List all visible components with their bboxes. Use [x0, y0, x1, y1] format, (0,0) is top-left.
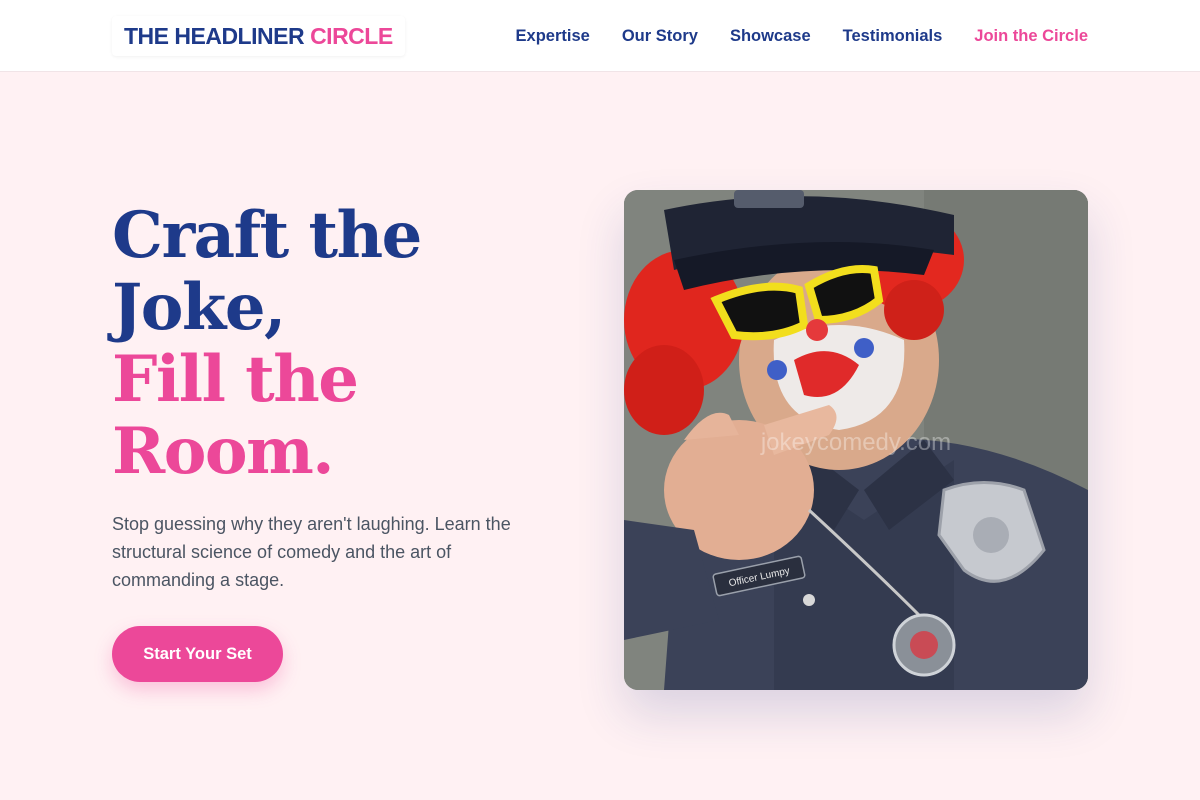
nav-link-expertise[interactable]: Expertise — [516, 27, 590, 46]
hero-image: Officer Lumpy jokeycomedy.com — [624, 190, 1088, 690]
headline-line-2: Joke, — [112, 270, 286, 345]
top-navigation-bar: THE HEADLINER CIRCLE Expertise Our Story… — [0, 0, 1200, 72]
headline-line-4: Room. — [112, 414, 335, 489]
hero-subtext: Stop guessing why they aren't laughing. … — [112, 514, 511, 590]
brand-logo[interactable]: THE HEADLINER CIRCLE — [112, 16, 405, 56]
headline-line-3: Fill the — [112, 342, 359, 417]
nav-link-testimonials[interactable]: Testimonials — [843, 27, 943, 46]
nav-link-showcase[interactable]: Showcase — [730, 27, 811, 46]
clown-officer-illustration: Officer Lumpy jokeycomedy.com — [624, 190, 1088, 690]
image-watermark: jokeycomedy.com — [760, 429, 951, 456]
hero-headline: Craft the Joke, Fill the Room. — [112, 200, 552, 488]
brand-name-primary: THE HEADLINER — [124, 22, 305, 49]
brand-name-accent: CIRCLE — [310, 22, 393, 49]
start-your-set-button[interactable]: Start Your Set — [112, 626, 283, 682]
headline-line-1: Craft the — [112, 198, 422, 273]
nav-link-join-the-circle[interactable]: Join the Circle — [974, 27, 1088, 46]
main-nav: Expertise Our Story Showcase Testimonial… — [516, 0, 1088, 72]
nav-link-our-story[interactable]: Our Story — [622, 27, 698, 46]
